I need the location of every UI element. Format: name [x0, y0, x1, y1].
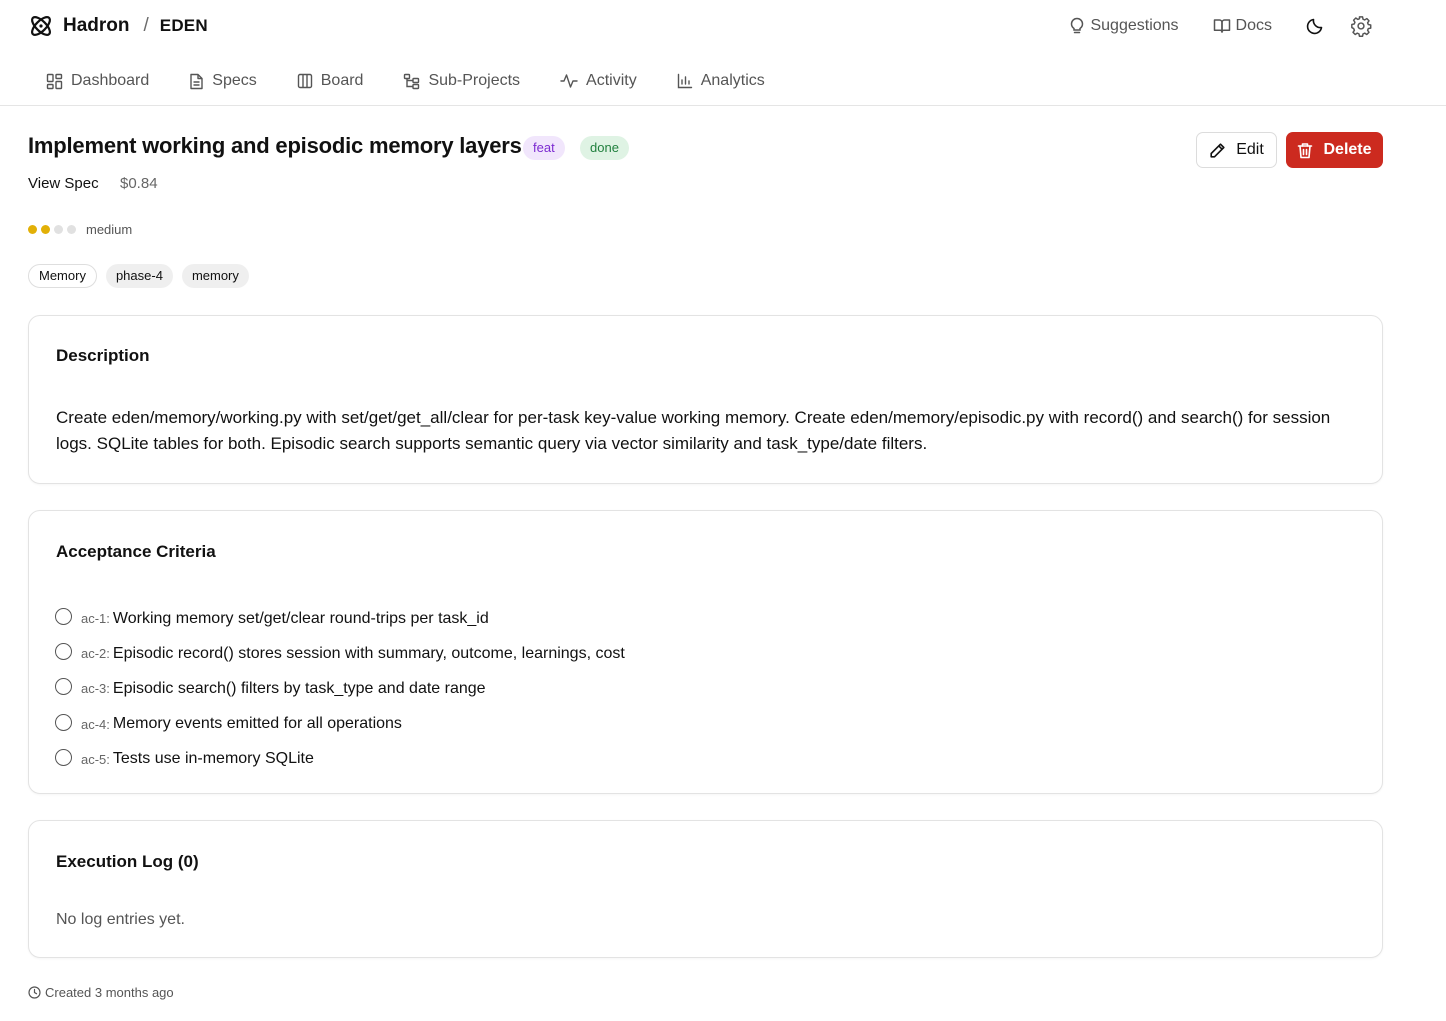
- top-actions: Suggestions Docs: [1069, 13, 1374, 39]
- tab-label: Sub-Projects: [428, 72, 521, 89]
- priority-label: medium: [86, 221, 133, 237]
- project-name[interactable]: EDEN: [160, 16, 208, 36]
- theme-toggle-button[interactable]: [1302, 13, 1328, 39]
- acceptance-item[interactable]: ac-1: Working memory set/get/clear round…: [55, 601, 625, 636]
- tab-activity[interactable]: Activity: [542, 72, 637, 90]
- tab-label: Dashboard: [71, 72, 150, 89]
- criterion-checkbox[interactable]: [55, 678, 72, 696]
- breadcrumb-separator: /: [143, 15, 149, 36]
- priority-dot: [54, 224, 63, 234]
- criterion-id: ac-5:: [81, 751, 110, 767]
- bar-chart-icon: [677, 73, 692, 89]
- cost-value: $0.84: [120, 175, 158, 192]
- main-nav: Dashboard Specs Board Sub-Projects Activ…: [28, 66, 805, 96]
- edit-button[interactable]: Edit: [1196, 132, 1277, 168]
- delete-button[interactable]: Delete: [1286, 132, 1383, 168]
- type-badge: feat: [523, 136, 565, 160]
- tab-sub-projects[interactable]: Sub-Projects: [385, 72, 520, 90]
- execution-log-empty: No log entries yet.: [56, 911, 185, 928]
- suggestions-link[interactable]: Suggestions: [1069, 17, 1179, 35]
- tag[interactable]: memory: [181, 264, 249, 288]
- pencil-icon: [1210, 142, 1225, 158]
- acceptance-item[interactable]: ac-4: Memory events emitted for all oper…: [55, 707, 625, 742]
- criterion-id: ac-4:: [81, 716, 110, 732]
- settings-button[interactable]: [1348, 13, 1374, 39]
- tree-icon: [404, 73, 420, 89]
- priority-dot: [28, 224, 37, 234]
- tab-specs[interactable]: Specs: [171, 72, 257, 90]
- tab-label: Board: [320, 72, 364, 89]
- criterion-checkbox[interactable]: [55, 608, 72, 626]
- created-info: Created 3 months ago: [28, 985, 174, 1000]
- tab-analytics[interactable]: Analytics: [659, 72, 765, 90]
- criterion-checkbox[interactable]: [55, 713, 72, 731]
- acceptance-item[interactable]: ac-3: Episodic search() filters by task_…: [55, 671, 625, 706]
- created-text: Created 3 months ago: [45, 985, 174, 1000]
- acceptance-heading: Acceptance Criteria: [56, 542, 216, 561]
- top-bar: Hadron / EDEN Suggestions Docs: [0, 0, 1446, 54]
- document-icon: [190, 73, 203, 89]
- priority-dot: [67, 224, 76, 234]
- tab-board[interactable]: Board: [279, 72, 364, 90]
- criterion-text: Memory events emitted for all operations: [112, 715, 402, 733]
- acceptance-item[interactable]: ac-2: Episodic record() stores session w…: [55, 636, 625, 671]
- tab-label: Analytics: [700, 72, 765, 89]
- nav-divider: [0, 105, 1446, 106]
- tab-label: Activity: [586, 72, 637, 89]
- criterion-text: Working memory set/get/clear round-trips…: [112, 609, 489, 627]
- gear-icon: [1351, 16, 1372, 37]
- execution-log-card: Execution Log (0) No log entries yet.: [28, 820, 1383, 958]
- moon-icon: [1306, 18, 1323, 35]
- priority-dot: [41, 224, 50, 234]
- page-title: Implement working and episodic memory la…: [28, 133, 522, 158]
- acceptance-item[interactable]: ac-5: Tests use in-memory SQLite: [55, 742, 625, 777]
- edit-label: Edit: [1236, 141, 1264, 158]
- app-name: Hadron: [63, 15, 130, 36]
- brand[interactable]: Hadron / EDEN: [28, 12, 208, 40]
- criterion-text: Episodic search() filters by task_type a…: [112, 679, 486, 697]
- tab-label: Specs: [212, 72, 257, 89]
- view-spec-link[interactable]: View Spec: [28, 175, 99, 192]
- tab-dashboard[interactable]: Dashboard: [28, 72, 149, 90]
- tag[interactable]: Memory: [28, 264, 97, 288]
- docs-link[interactable]: Docs: [1213, 17, 1272, 35]
- tag[interactable]: phase-4: [105, 264, 173, 288]
- criterion-id: ac-3:: [81, 681, 110, 697]
- columns-icon: [297, 73, 312, 89]
- execution-log-heading: Execution Log (0): [56, 852, 199, 871]
- lightbulb-icon: [1071, 17, 1084, 34]
- status-badge: done: [580, 136, 629, 160]
- criterion-text: Tests use in-memory SQLite: [112, 750, 314, 768]
- criterion-id: ac-1:: [81, 611, 110, 627]
- book-icon: [1213, 19, 1230, 33]
- tag-list: Memory phase-4 memory: [28, 264, 258, 288]
- criterion-checkbox[interactable]: [55, 643, 72, 661]
- criterion-text: Episodic record() stores session with su…: [112, 644, 625, 662]
- docs-label: Docs: [1235, 17, 1272, 34]
- clock-icon: [28, 986, 41, 999]
- acceptance-criteria-card: Acceptance Criteria ac-1: Working memory…: [28, 510, 1383, 794]
- pulse-icon: [560, 74, 578, 88]
- suggestions-label: Suggestions: [1090, 17, 1179, 34]
- description-heading: Description: [56, 346, 150, 365]
- description-text: Create eden/memory/working.py with set/g…: [56, 408, 1331, 453]
- description-card: Description Create eden/memory/working.p…: [28, 315, 1383, 484]
- trash-icon: [1298, 142, 1313, 158]
- priority-indicator: medium: [28, 221, 132, 237]
- delete-label: Delete: [1323, 141, 1372, 158]
- dashboard-icon: [46, 73, 63, 89]
- acceptance-list: ac-1: Working memory set/get/clear round…: [55, 601, 625, 777]
- criterion-checkbox[interactable]: [55, 748, 72, 766]
- criterion-id: ac-2:: [81, 646, 110, 662]
- atom-logo-icon: [28, 13, 54, 39]
